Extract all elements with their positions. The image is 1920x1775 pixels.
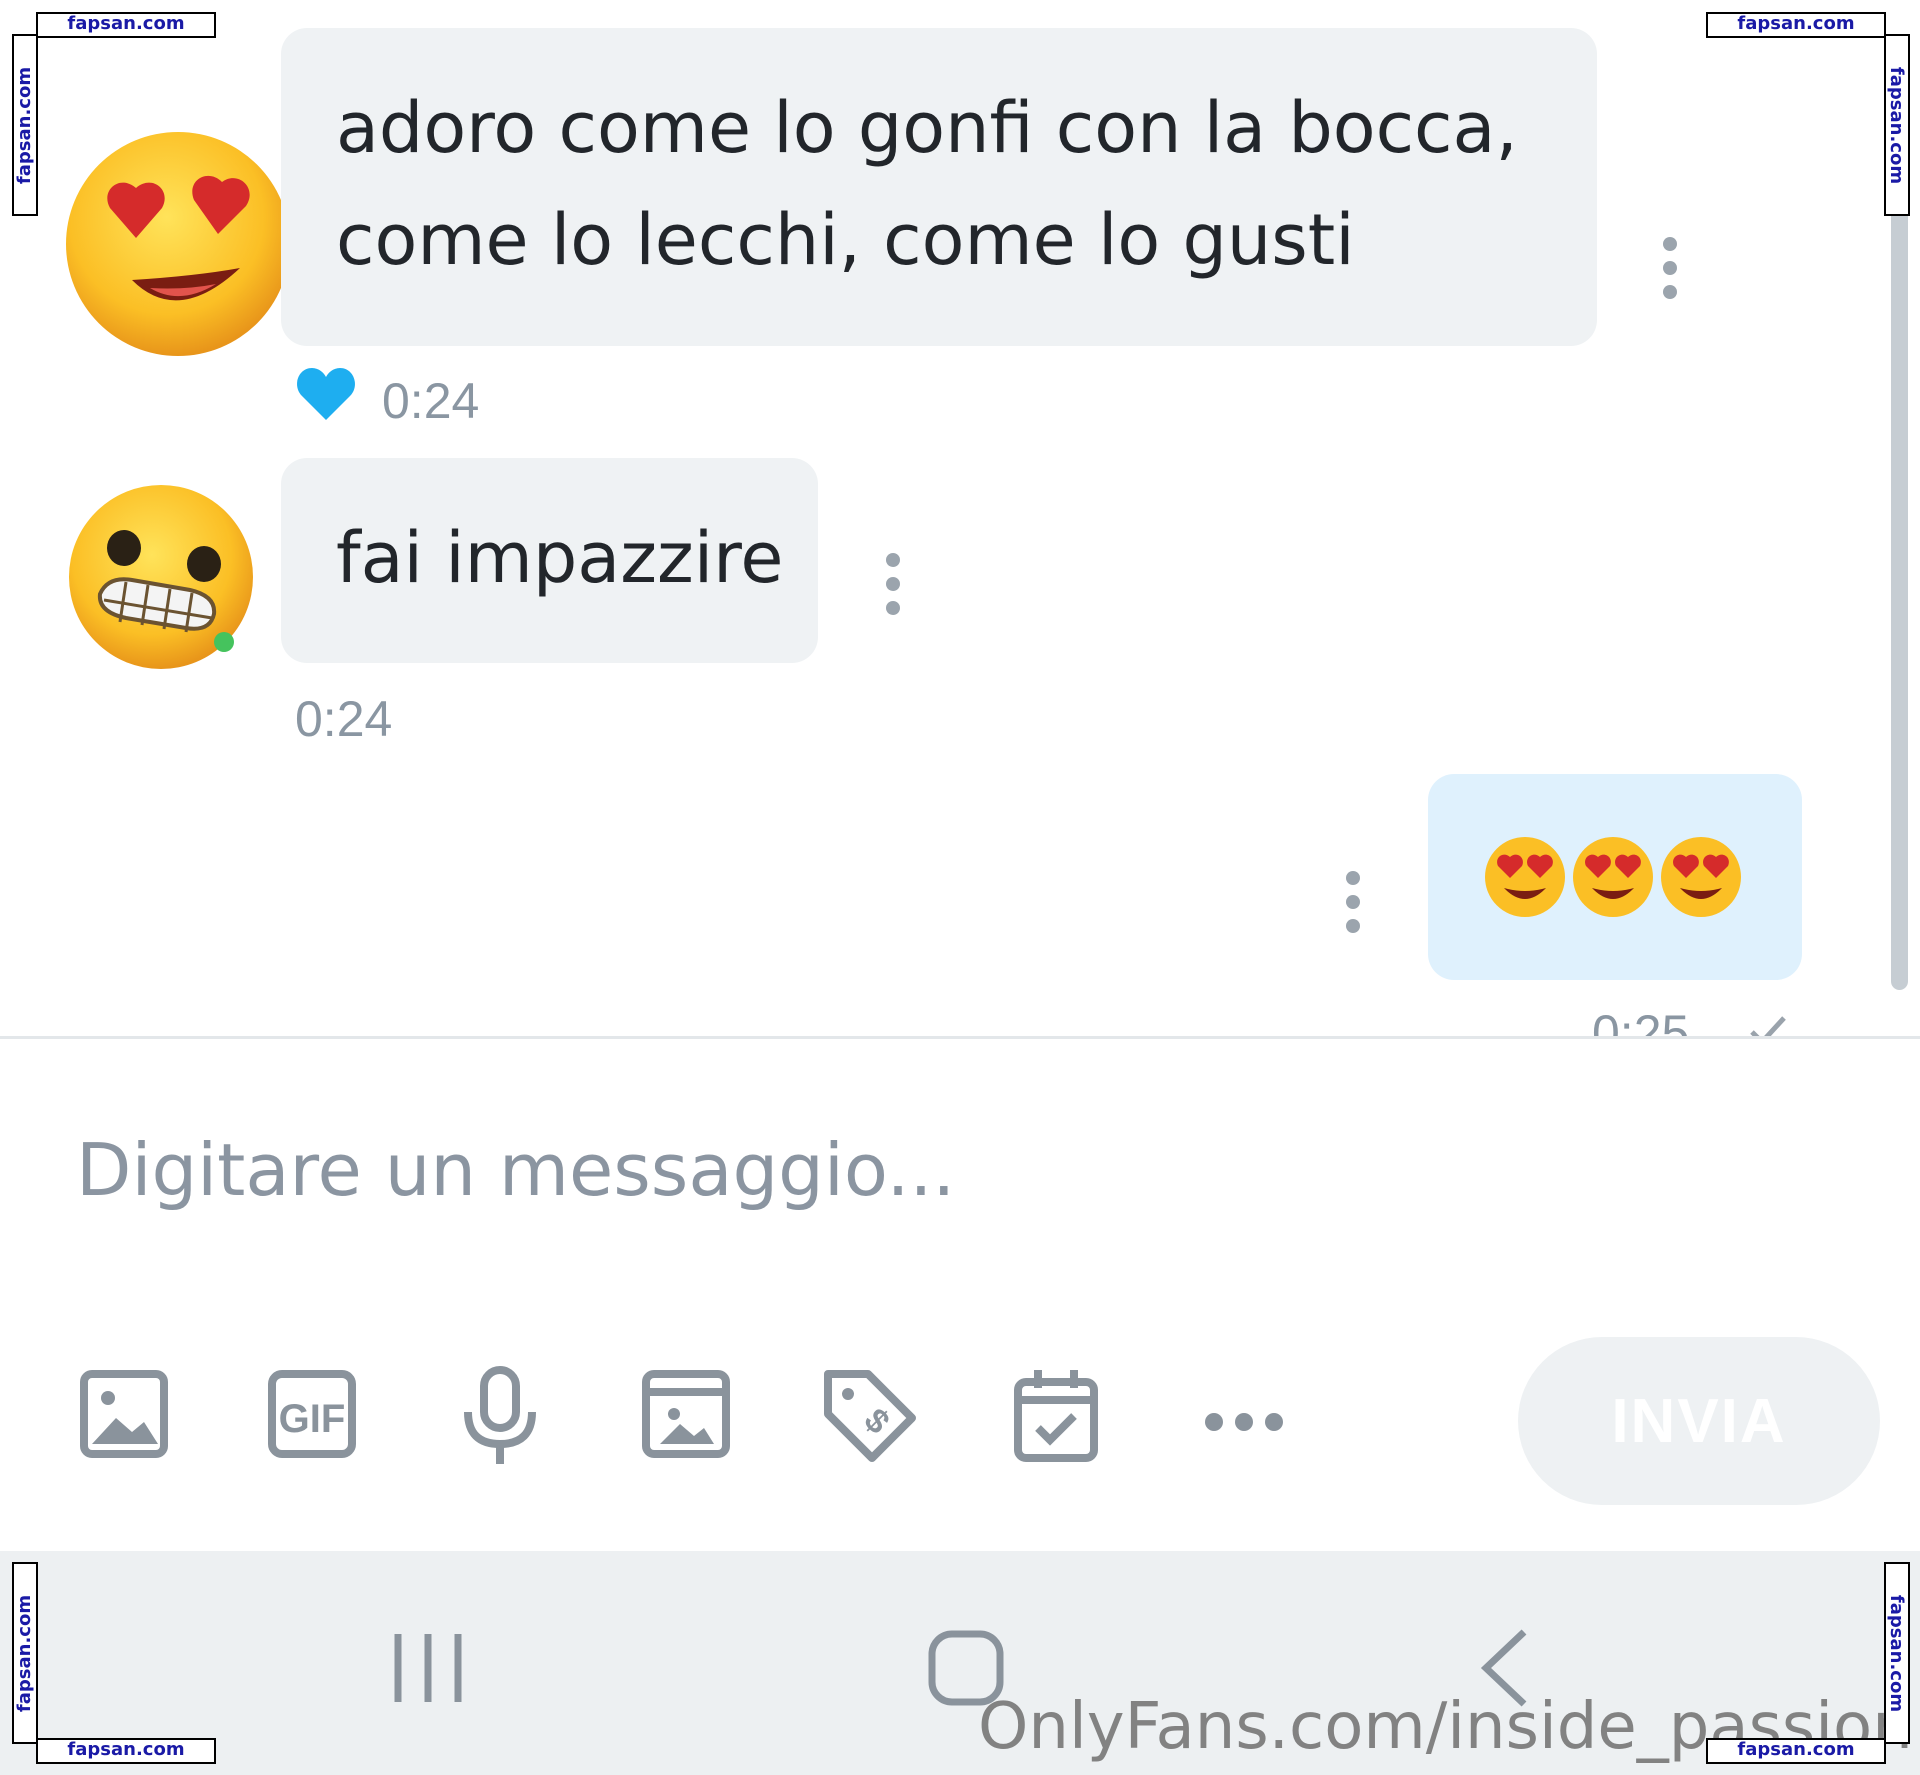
image-icon[interactable] — [78, 1366, 178, 1466]
gif-label: GIF — [279, 1397, 346, 1441]
site-watermark: fapsan.com — [1884, 1562, 1910, 1744]
chat-scrollbar[interactable] — [1891, 200, 1908, 990]
site-watermark: fapsan.com — [1706, 12, 1886, 38]
price-tag-icon[interactable]: $ — [820, 1366, 920, 1466]
sender-avatar-grimacing-emoji[interactable] — [66, 482, 256, 672]
site-watermark: fapsan.com — [1884, 34, 1910, 216]
message-time-3: 0:25 — [1592, 1005, 1690, 1036]
message-text-line-2: come lo lecchi, come lo gusti — [336, 199, 1355, 281]
site-watermark: fapsan.com — [36, 12, 216, 38]
vault-media-icon[interactable] — [640, 1366, 740, 1466]
send-button[interactable]: INVIA — [1518, 1337, 1880, 1505]
message-text-2: fai impazzire — [336, 517, 784, 599]
site-watermark: fapsan.com — [36, 1738, 216, 1764]
microphone-icon[interactable] — [450, 1366, 550, 1466]
more-icon[interactable] — [1196, 1366, 1296, 1466]
chat-thread[interactable]: adoro come lo gonfi con la bocca, come l… — [0, 0, 1920, 1036]
gif-icon[interactable]: GIF — [266, 1366, 366, 1466]
message-options-icon[interactable] — [1346, 871, 1360, 943]
heart-eyes-emoji — [1485, 837, 1565, 917]
message-options-icon[interactable] — [1663, 237, 1677, 309]
site-watermark: fapsan.com — [12, 34, 38, 216]
message-text-line-1: adoro come lo gonfi con la bocca, — [336, 87, 1518, 169]
recent-apps-icon[interactable] — [388, 1628, 468, 1708]
site-watermark: fapsan.com — [12, 1562, 38, 1744]
composer-divider — [0, 1036, 1920, 1039]
like-heart-icon[interactable] — [296, 366, 356, 422]
heart-eyes-emoji — [1661, 837, 1741, 917]
message-options-icon[interactable] — [886, 553, 900, 625]
message-time-2: 0:24 — [295, 691, 393, 747]
message-input-placeholder: Digitare un messaggio... — [76, 1128, 956, 1212]
sender-avatar-heart-eyes-emoji[interactable] — [62, 128, 294, 360]
emoji-row — [1484, 836, 1742, 918]
site-watermark: fapsan.com — [1706, 1738, 1886, 1764]
message-time-1: 0:24 — [382, 373, 480, 429]
sent-check-icon — [1750, 1016, 1786, 1036]
schedule-icon[interactable] — [1010, 1366, 1110, 1466]
heart-eyes-emoji — [1573, 837, 1653, 917]
